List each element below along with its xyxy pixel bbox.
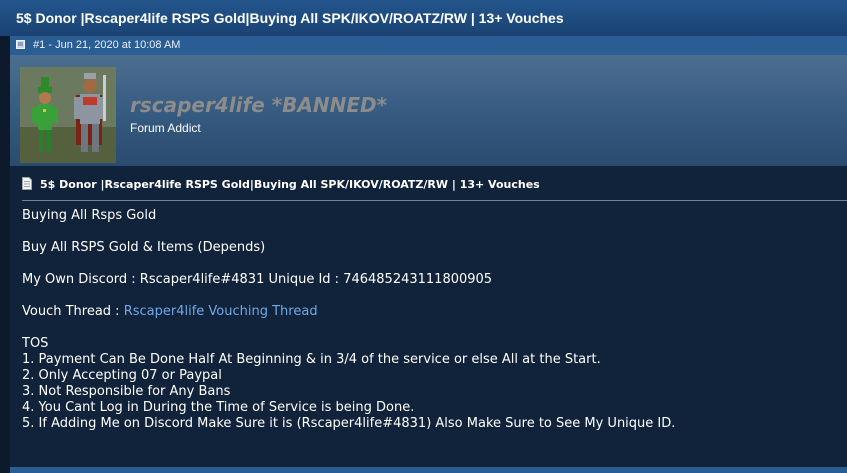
username[interactable]: rscaper4life *BANNED* <box>130 93 387 117</box>
thread-title: 5$ Donor |Rscaper4life RSPS Gold|Buying … <box>0 0 847 36</box>
text-discord: My Own Discord : Rscaper4life#4831 Uniqu… <box>22 272 493 287</box>
text-buy-items: Buy All RSPS Gold & Items (Depends) <box>22 240 266 255</box>
post-meta-bar: #1 - Jun 21, 2020 at 10:08 AM <box>10 36 847 55</box>
user-title: Forum Addict <box>130 121 201 135</box>
post-footer-bar <box>10 467 847 473</box>
tos-item-3: 3. Not Responsible for Any Bans <box>22 384 231 399</box>
title-divider <box>22 200 847 201</box>
post-title-text: 5$ Donor |Rscaper4life RSPS Gold|Buying … <box>40 178 540 191</box>
post-body: 5$ Donor |Rscaper4life RSPS Gold|Buying … <box>10 166 847 467</box>
tos-item-4: 4. You Cant Log in During the Time of Se… <box>22 400 415 415</box>
user-panel: rscaper4life *BANNED* Forum Addict <box>10 55 847 166</box>
post-permalink[interactable]: #1 - Jun 21, 2020 at 10:08 AM <box>33 39 180 51</box>
tos-item-5: 5. If Adding Me on Discord Make Sure it … <box>22 416 676 431</box>
document-icon <box>22 177 32 190</box>
tos-heading: TOS <box>22 336 49 351</box>
avatar[interactable] <box>20 67 116 163</box>
vouch-line: Vouch Thread : Rscaper4life Vouching Thr… <box>22 304 318 319</box>
text-buying: Buying All Rsps Gold <box>22 208 157 223</box>
post-icon[interactable] <box>16 40 25 49</box>
tos-item-2: 2. Only Accepting 07 or Paypal <box>22 368 222 383</box>
tos-item-1: 1. Payment Can Be Done Half At Beginning… <box>22 352 601 367</box>
vouch-label: Vouch Thread : <box>22 304 124 319</box>
post-title: 5$ Donor |Rscaper4life RSPS Gold|Buying … <box>22 177 540 191</box>
vouch-thread-link[interactable]: Rscaper4life Vouching Thread <box>124 304 318 319</box>
